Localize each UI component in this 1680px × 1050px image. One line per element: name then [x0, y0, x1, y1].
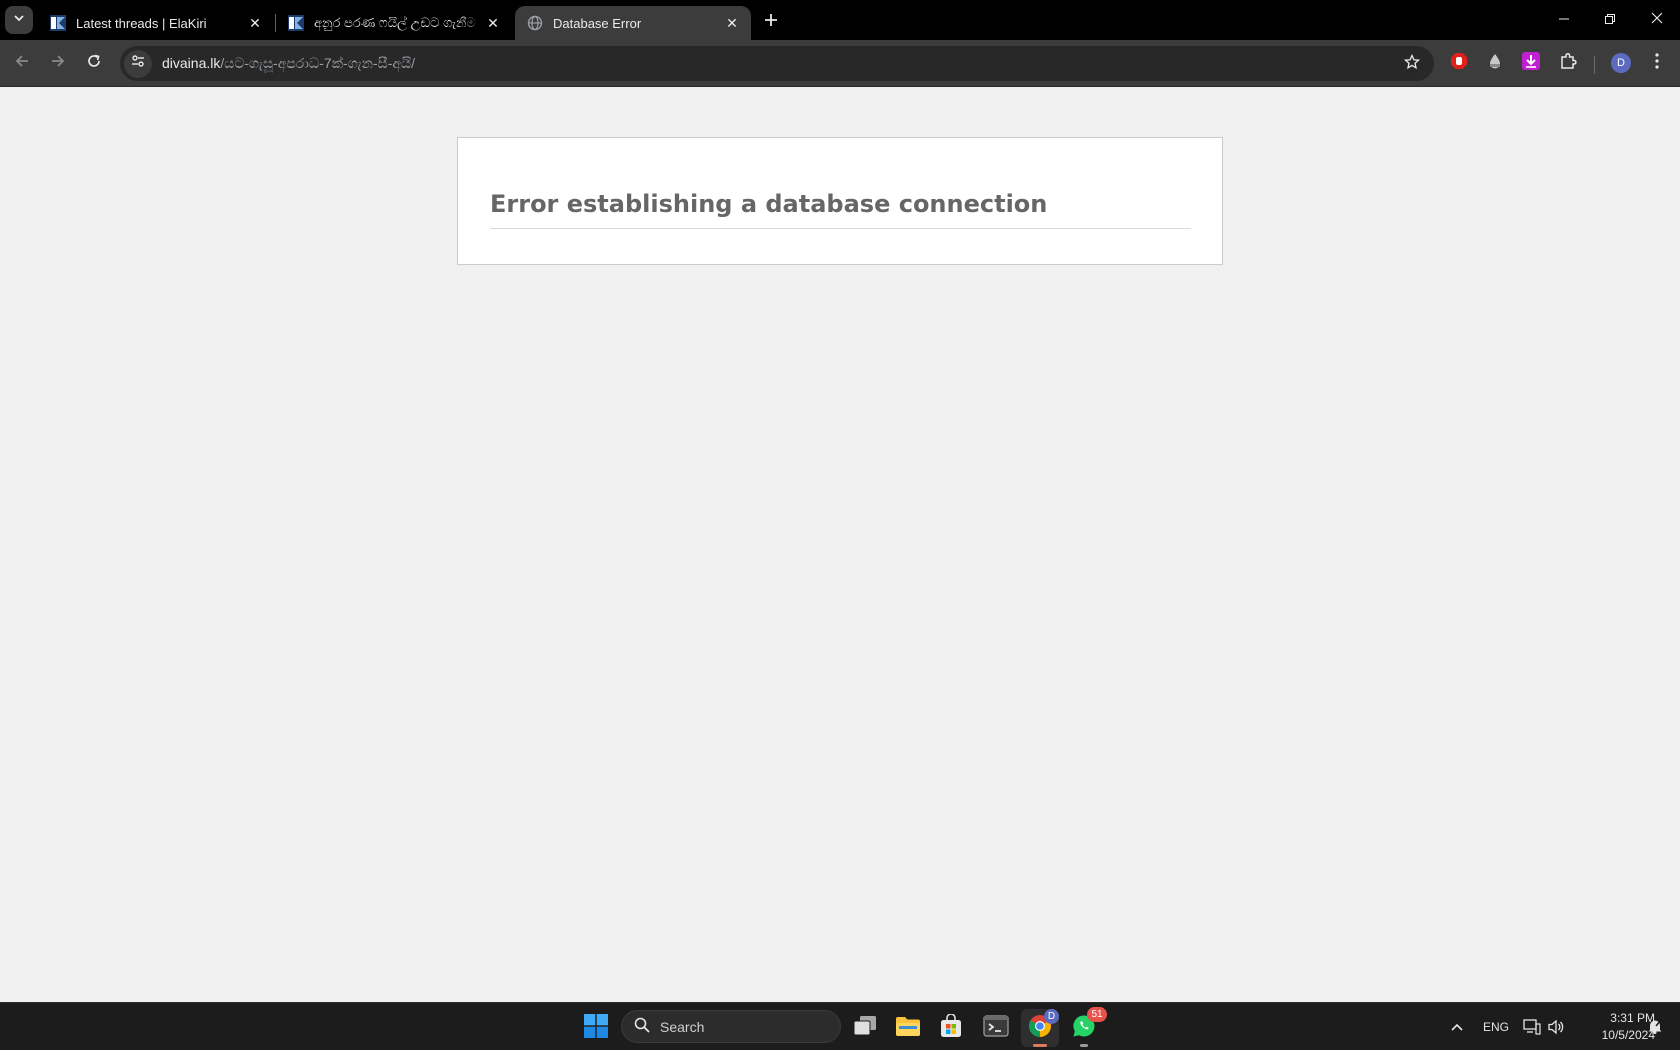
start-button[interactable] [577, 1009, 615, 1047]
tune-icon [130, 53, 146, 74]
notification-badge: 51 [1087, 1007, 1107, 1022]
close-icon [1651, 11, 1663, 29]
avatar: D [1611, 53, 1631, 73]
download-icon [1522, 51, 1540, 75]
adblock-extension-button[interactable] [1447, 51, 1471, 75]
tab-elakiri-post[interactable]: අනුර පරණ ෆයිල් උඩට ගැනීම ✕ [276, 6, 512, 40]
back-button[interactable] [6, 47, 38, 79]
arrow-left-icon [14, 53, 30, 74]
tab-title: Latest threads | ElaKiri [76, 15, 207, 31]
close-icon[interactable]: ✕ [246, 14, 264, 32]
folder-icon [895, 1015, 921, 1042]
store-icon [939, 1012, 963, 1043]
tab-title: අනුර පරණ ෆයිල් උඩට ගැනීම [314, 15, 476, 30]
chrome-taskbar-button[interactable]: D [1021, 1009, 1059, 1047]
windows-taskbar: Search D 51 ENG 3:31 PM 10/5/2024 [0, 1002, 1680, 1050]
tab-strip: Latest threads | ElaKiri ✕ අනුර පරණ ෆයිල… [0, 0, 1680, 40]
url-host: divaina.lk [162, 55, 221, 71]
language-indicator[interactable]: ENG [1480, 1015, 1512, 1039]
notifications-button[interactable] [1643, 1015, 1667, 1039]
extension-button[interactable] [1483, 51, 1507, 75]
download-extension-button[interactable] [1519, 51, 1543, 75]
whatsapp-taskbar-button[interactable]: 51 [1065, 1007, 1107, 1047]
file-explorer-button[interactable] [889, 1009, 927, 1047]
close-window-button[interactable] [1634, 0, 1680, 40]
more-vertical-icon [1655, 52, 1659, 74]
browser-toolbar: divaina.lk/යට-ගැසූ-අපරාධ-7ක්-ගැන-සී-අයි/… [0, 40, 1680, 87]
running-indicator [1033, 1044, 1047, 1047]
reload-icon [86, 53, 102, 74]
terminal-icon [983, 1014, 1009, 1042]
tab-title: Database Error [553, 15, 642, 31]
plus-icon [764, 13, 778, 32]
bookmark-button[interactable] [1400, 52, 1424, 76]
url-path: /යට-ගැසූ-අපරාධ-7ක්-ගැන-සී-අයි/ [220, 55, 415, 71]
tab-elakiri-threads[interactable]: Latest threads | ElaKiri ✕ [38, 6, 274, 40]
elakiri-icon [50, 15, 66, 31]
microsoft-store-button[interactable] [932, 1009, 970, 1047]
running-indicator [1080, 1044, 1088, 1047]
url-text: divaina.lk/යට-ගැසූ-අපරාධ-7ක්-ගැන-සී-අයි/ [162, 55, 415, 72]
task-view-icon [853, 1015, 877, 1042]
browser-menu-button[interactable] [1645, 51, 1669, 75]
chevron-up-icon [1451, 1020, 1463, 1034]
error-heading: Error establishing a database connection [490, 190, 1191, 229]
minimize-button[interactable] [1541, 0, 1587, 40]
profile-button[interactable]: D [1609, 51, 1633, 75]
restore-icon [1605, 11, 1615, 29]
reload-button[interactable] [78, 47, 110, 79]
terminal-button[interactable] [977, 1009, 1015, 1047]
globe-icon [527, 15, 543, 31]
close-icon[interactable]: ✕ [723, 14, 741, 32]
toolbar-divider [1594, 56, 1595, 74]
search-icon [634, 1017, 650, 1036]
puzzle-icon [1559, 52, 1577, 75]
forward-button[interactable] [42, 47, 74, 79]
star-icon [1403, 53, 1421, 75]
bell-icon [1647, 1018, 1663, 1037]
volume-icon[interactable] [1546, 1015, 1566, 1039]
search-label: Search [660, 1018, 705, 1035]
drop-icon [1486, 52, 1504, 75]
elakiri-icon [288, 15, 304, 31]
chrome-profile-badge: D [1044, 1009, 1059, 1024]
new-tab-button[interactable] [757, 8, 785, 36]
tab-search-button[interactable] [5, 6, 33, 34]
taskbar-search[interactable]: Search [621, 1010, 841, 1043]
windows-logo-icon [584, 1013, 608, 1043]
show-hidden-icons-button[interactable] [1447, 1015, 1467, 1039]
restore-button[interactable] [1587, 0, 1633, 40]
close-icon[interactable]: ✕ [484, 14, 502, 32]
network-icon[interactable] [1522, 1015, 1542, 1039]
site-info-button[interactable] [124, 49, 152, 78]
minimize-icon [1559, 11, 1569, 29]
arrow-right-icon [50, 53, 66, 74]
chevron-down-icon [13, 11, 25, 29]
extensions-menu-button[interactable] [1556, 51, 1580, 75]
stop-hand-icon [1450, 52, 1468, 75]
address-bar[interactable]: divaina.lk/යට-ගැසූ-අපරාධ-7ක්-ගැන-සී-අයි/ [120, 46, 1434, 81]
tab-database-error[interactable]: Database Error ✕ [515, 6, 751, 40]
task-view-button[interactable] [846, 1009, 884, 1047]
error-panel: Error establishing a database connection [457, 137, 1223, 265]
